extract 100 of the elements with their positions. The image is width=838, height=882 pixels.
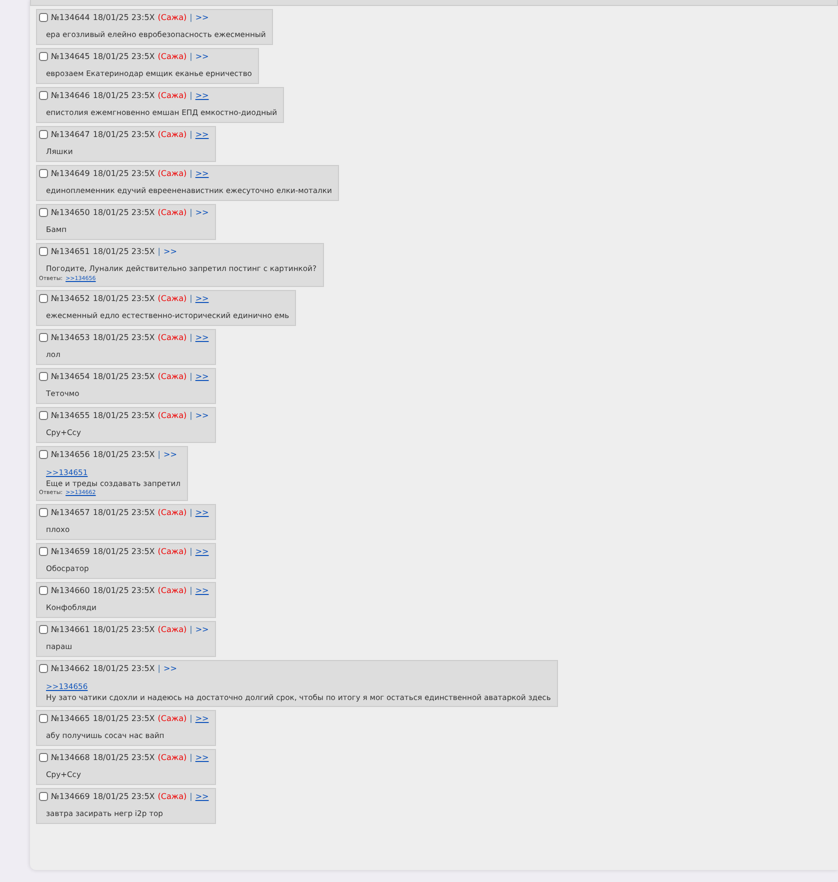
reply-link[interactable]: >>: [195, 11, 209, 24]
separator: |: [190, 585, 192, 597]
separator: |: [190, 129, 192, 141]
post-checkbox[interactable]: [39, 714, 48, 723]
post-number: №134660: [51, 585, 90, 597]
separator: |: [190, 371, 192, 383]
post-date: 18/01/25 23:5X: [92, 410, 155, 422]
reply-link[interactable]: >>: [195, 292, 209, 305]
post-date: 18/01/25 23:5X: [92, 624, 155, 636]
post-number: №134655: [51, 410, 90, 422]
post-number: №134649: [51, 168, 90, 180]
post-date: 18/01/25 23:5X: [92, 449, 155, 461]
post-checkbox[interactable]: [39, 13, 48, 22]
post-date: 18/01/25 23:5X: [92, 51, 155, 63]
post-date: 18/01/25 23:5X: [92, 713, 155, 725]
post-date: 18/01/25 23:5X: [92, 246, 155, 258]
separator: |: [190, 507, 192, 519]
sage-label: (Сажа): [158, 546, 187, 558]
reply-link[interactable]: >>: [195, 206, 209, 219]
post-date: 18/01/25 23:5X: [92, 90, 155, 102]
sage-label: (Сажа): [158, 90, 187, 102]
post-number: №134647: [51, 129, 90, 141]
post-checkbox[interactable]: [39, 294, 48, 303]
post-number: №134669: [51, 791, 90, 803]
post-checkbox[interactable]: [39, 208, 48, 217]
post-checkbox[interactable]: [39, 625, 48, 634]
post-date: 18/01/25 23:5X: [92, 371, 155, 383]
reply-link[interactable]: >>: [163, 662, 177, 675]
reply-link[interactable]: >>: [195, 584, 209, 597]
separator: |: [190, 624, 192, 636]
reply-link[interactable]: >>: [195, 50, 209, 63]
separator: |: [190, 12, 192, 24]
sage-label: (Сажа): [158, 791, 187, 803]
sage-label: (Сажа): [158, 332, 187, 344]
post-date: 18/01/25 23:5X: [92, 168, 155, 180]
separator: |: [158, 449, 160, 461]
reply-link[interactable]: >>: [195, 331, 209, 344]
separator: |: [190, 168, 192, 180]
post-number: №134651: [51, 246, 90, 258]
reply-link[interactable]: >>: [163, 448, 177, 461]
separator: |: [190, 207, 192, 219]
separator: |: [190, 791, 192, 803]
post-checkbox[interactable]: [39, 372, 48, 381]
sage-label: (Сажа): [158, 585, 187, 597]
post-checkbox[interactable]: [39, 753, 48, 762]
post-date: 18/01/25 23:5X: [92, 663, 155, 675]
reply-link[interactable]: >>: [195, 128, 209, 141]
sage-label: (Сажа): [158, 752, 187, 764]
separator: |: [190, 332, 192, 344]
post-checkbox[interactable]: [39, 664, 48, 673]
post-checkbox[interactable]: [39, 247, 48, 256]
reply-link[interactable]: >>: [195, 623, 209, 636]
post-date: 18/01/25 23:5X: [92, 293, 155, 305]
reply-link[interactable]: >>: [195, 409, 209, 422]
post-date: 18/01/25 23:5X: [92, 207, 155, 219]
reply-link[interactable]: >>: [195, 167, 209, 180]
post-checkbox[interactable]: [39, 547, 48, 556]
reply-link[interactable]: >>: [195, 751, 209, 764]
post-number: №134650: [51, 207, 90, 219]
post-number: №134668: [51, 752, 90, 764]
reply-link[interactable]: >>: [195, 370, 209, 383]
post-date: 18/01/25 23:5X: [92, 12, 155, 24]
separator: |: [190, 293, 192, 305]
sage-label: (Сажа): [158, 713, 187, 725]
post-checkbox[interactable]: [39, 91, 48, 100]
post-number: №134653: [51, 332, 90, 344]
post-number: №134654: [51, 371, 90, 383]
post-date: 18/01/25 23:5X: [92, 129, 155, 141]
reply-link[interactable]: >>: [195, 506, 209, 519]
sage-label: (Сажа): [158, 410, 187, 422]
post-number: №134661: [51, 624, 90, 636]
sage-label: (Сажа): [158, 51, 187, 63]
separator: |: [190, 51, 192, 63]
post-number: №134665: [51, 713, 90, 725]
post-date: 18/01/25 23:5X: [92, 507, 155, 519]
post-checkbox[interactable]: [39, 586, 48, 595]
separator: |: [190, 546, 192, 558]
reply-link[interactable]: >>: [195, 712, 209, 725]
post-checkbox[interactable]: [39, 792, 48, 801]
reply-link[interactable]: >>: [195, 790, 209, 803]
sage-label: (Сажа): [158, 624, 187, 636]
post-number: №134646: [51, 90, 90, 102]
separator: |: [158, 246, 160, 258]
post-checkbox[interactable]: [39, 411, 48, 420]
separator: |: [190, 410, 192, 422]
reply-link[interactable]: >>: [163, 245, 177, 258]
post-number: №134644: [51, 12, 90, 24]
sage-label: (Сажа): [158, 507, 187, 519]
reply-link[interactable]: >>: [195, 545, 209, 558]
post-date: 18/01/25 23:5X: [92, 752, 155, 764]
post-date: 18/01/25 23:5X: [92, 546, 155, 558]
reply-link[interactable]: >>: [195, 89, 209, 102]
post-date: 18/01/25 23:5X: [92, 791, 155, 803]
post-checkbox[interactable]: [39, 130, 48, 139]
sage-label: (Сажа): [158, 371, 187, 383]
post-checkbox[interactable]: [39, 508, 48, 517]
post-checkbox[interactable]: [39, 52, 48, 61]
post-checkbox[interactable]: [39, 169, 48, 178]
post-checkbox[interactable]: [39, 450, 48, 459]
post-checkbox[interactable]: [39, 333, 48, 342]
